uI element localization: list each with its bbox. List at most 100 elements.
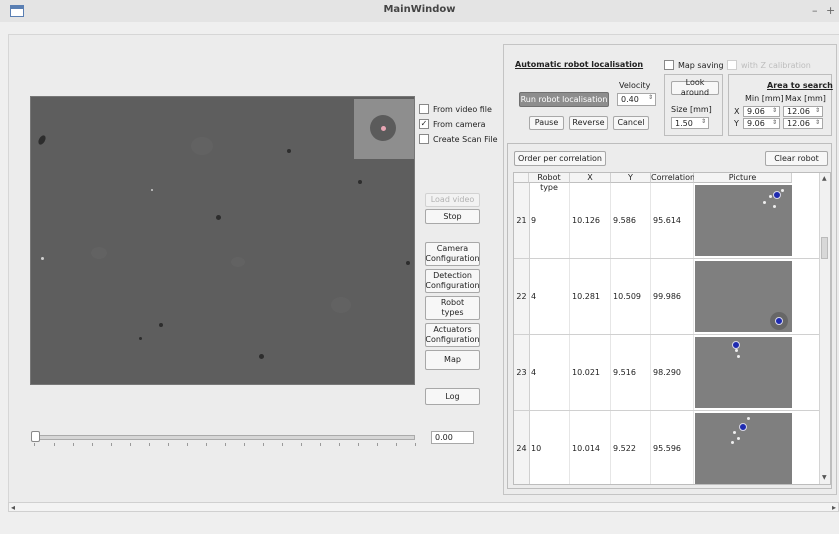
robot-marker-icon: [381, 126, 386, 131]
stop-button[interactable]: Stop: [425, 209, 480, 224]
cell-x: 10.014: [570, 411, 611, 484]
robot-preview: [354, 99, 414, 159]
slider-tick: [225, 443, 226, 446]
slider-tick: [282, 443, 283, 446]
map-button[interactable]: Map: [425, 350, 480, 370]
table-row[interactable]: 21 9 10.126 9.586 95.614: [514, 183, 819, 259]
area-to-search-title: Area to search: [767, 81, 833, 90]
size-spinbox[interactable]: 1.50 ⇕: [671, 117, 709, 129]
video-bright-particle: [151, 189, 153, 191]
cell-x: 10.281: [570, 259, 611, 334]
slider-tick: [339, 443, 340, 446]
cell-robot-type: 10: [529, 411, 570, 484]
scroll-down-icon[interactable]: ▼: [822, 474, 828, 481]
cell-y: 9.522: [611, 411, 651, 484]
pause-button[interactable]: Pause: [529, 116, 564, 130]
video-slider-track[interactable]: [34, 435, 415, 440]
cell-robot-type: 4: [529, 335, 570, 410]
cell-y: 10.509: [611, 259, 651, 334]
create-scan-file-checkbox[interactable]: Create Scan File: [419, 134, 499, 144]
table-row[interactable]: 24 10 10.014 9.522 95.596: [514, 411, 819, 484]
checkbox-icon: [419, 134, 429, 144]
y-label: Y: [734, 119, 739, 128]
table-row[interactable]: 22 4 10.281 10.509 99.986: [514, 259, 819, 335]
row-number: 22: [514, 259, 530, 334]
cell-robot-type: 4: [529, 259, 570, 334]
clear-robot-button[interactable]: Clear robot: [765, 151, 828, 166]
x-label: X: [734, 107, 740, 116]
header-x[interactable]: X: [570, 173, 611, 183]
checkbox-icon: [727, 60, 737, 70]
table-vertical-scrollbar[interactable]: ▲ ▼: [819, 173, 830, 484]
camera-configuration-button[interactable]: Camera Configuration: [425, 242, 480, 266]
slider-tick: [415, 443, 416, 446]
size-value: 1.50: [675, 118, 693, 128]
detection-configuration-button[interactable]: Detection Configuration: [425, 269, 480, 293]
menu-bar: [0, 22, 839, 34]
x-min-spinbox[interactable]: 9.06 ⇕: [743, 106, 780, 117]
slider-tick: [358, 443, 359, 446]
header-correlation[interactable]: Correlation: [651, 173, 695, 183]
header-picture[interactable]: Picture: [694, 173, 792, 183]
x-max-spinbox[interactable]: 12.06 ⇕: [783, 106, 823, 117]
scroll-right-icon[interactable]: ▸: [832, 503, 836, 512]
slider-tick: [111, 443, 112, 446]
from-camera-checkbox[interactable]: ✓ From camera: [419, 119, 486, 129]
scroll-up-icon[interactable]: ▲: [822, 175, 828, 182]
spin-arrows-icon: ⇕: [647, 94, 653, 101]
scrollbar-thumb[interactable]: [821, 237, 828, 259]
y-max-spinbox[interactable]: 12.06 ⇕: [783, 118, 823, 129]
particle-icon: [773, 205, 776, 208]
map-saving-checkbox[interactable]: Map saving: [664, 60, 724, 70]
video-blob: [91, 247, 107, 259]
min-label: Min [mm]: [745, 94, 784, 103]
slider-tick: [168, 443, 169, 446]
log-button[interactable]: Log: [425, 388, 480, 405]
slider-value-field[interactable]: 0.00: [431, 431, 474, 444]
slider-tick: [149, 443, 150, 446]
checkbox-icon: [419, 104, 429, 114]
y-min-spinbox[interactable]: 9.06 ⇕: [743, 118, 780, 129]
row-number: 23: [514, 335, 530, 410]
load-video-button[interactable]: Load video: [425, 193, 480, 207]
actuators-configuration-button[interactable]: Actuators Configuration: [425, 323, 480, 347]
maximize-button[interactable]: +: [826, 4, 835, 17]
robot-marker-icon: [739, 423, 747, 431]
table-row[interactable]: 23 4 10.021 9.516 98.290: [514, 335, 819, 411]
look-around-button[interactable]: Look around: [671, 78, 719, 97]
video-particle: [159, 323, 163, 327]
row-number: 21: [514, 183, 530, 258]
z-calibration-checkbox[interactable]: with Z calibration: [727, 60, 811, 70]
header-y[interactable]: Y: [611, 173, 651, 183]
reverse-button[interactable]: Reverse: [569, 116, 608, 130]
order-per-correlation-button[interactable]: Order per correlation: [514, 151, 606, 166]
scroll-left-icon[interactable]: ◂: [11, 503, 15, 512]
title-bar: MainWindow – +: [0, 0, 839, 23]
window-horizontal-scrollbar[interactable]: ◂ ▸: [8, 502, 839, 512]
velocity-spinbox[interactable]: 0.40 ⇕: [617, 93, 656, 106]
run-localisation-button[interactable]: Run robot localisation: [519, 92, 609, 107]
particle-icon: [747, 417, 750, 420]
cell-correlation: 95.596: [651, 411, 694, 484]
cell-correlation: 95.614: [651, 183, 694, 258]
max-label: Max [mm]: [785, 94, 826, 103]
velocity-label: Velocity: [619, 81, 651, 90]
cell-y: 9.516: [611, 335, 651, 410]
from-video-file-checkbox[interactable]: From video file: [419, 104, 492, 114]
slider-tick: [377, 443, 378, 446]
minimize-button[interactable]: –: [812, 4, 818, 17]
check-icon: ✓: [419, 119, 429, 129]
robot-types-button[interactable]: Robot types: [425, 296, 480, 320]
robot-table[interactable]: Robot type X Y Correlation Picture 21 9 …: [513, 172, 831, 485]
video-slider-handle[interactable]: [31, 431, 40, 442]
video-particle: [406, 261, 410, 265]
video-particle: [139, 337, 142, 340]
slider-tick: [244, 443, 245, 446]
video-view[interactable]: [30, 96, 415, 385]
video-blob: [331, 297, 351, 313]
x-max-value: 12.06: [787, 107, 810, 116]
header-robot-type[interactable]: Robot type: [529, 173, 570, 192]
cancel-button[interactable]: Cancel: [613, 116, 649, 130]
video-bright-particle: [41, 257, 44, 260]
slider-tick: [54, 443, 55, 446]
